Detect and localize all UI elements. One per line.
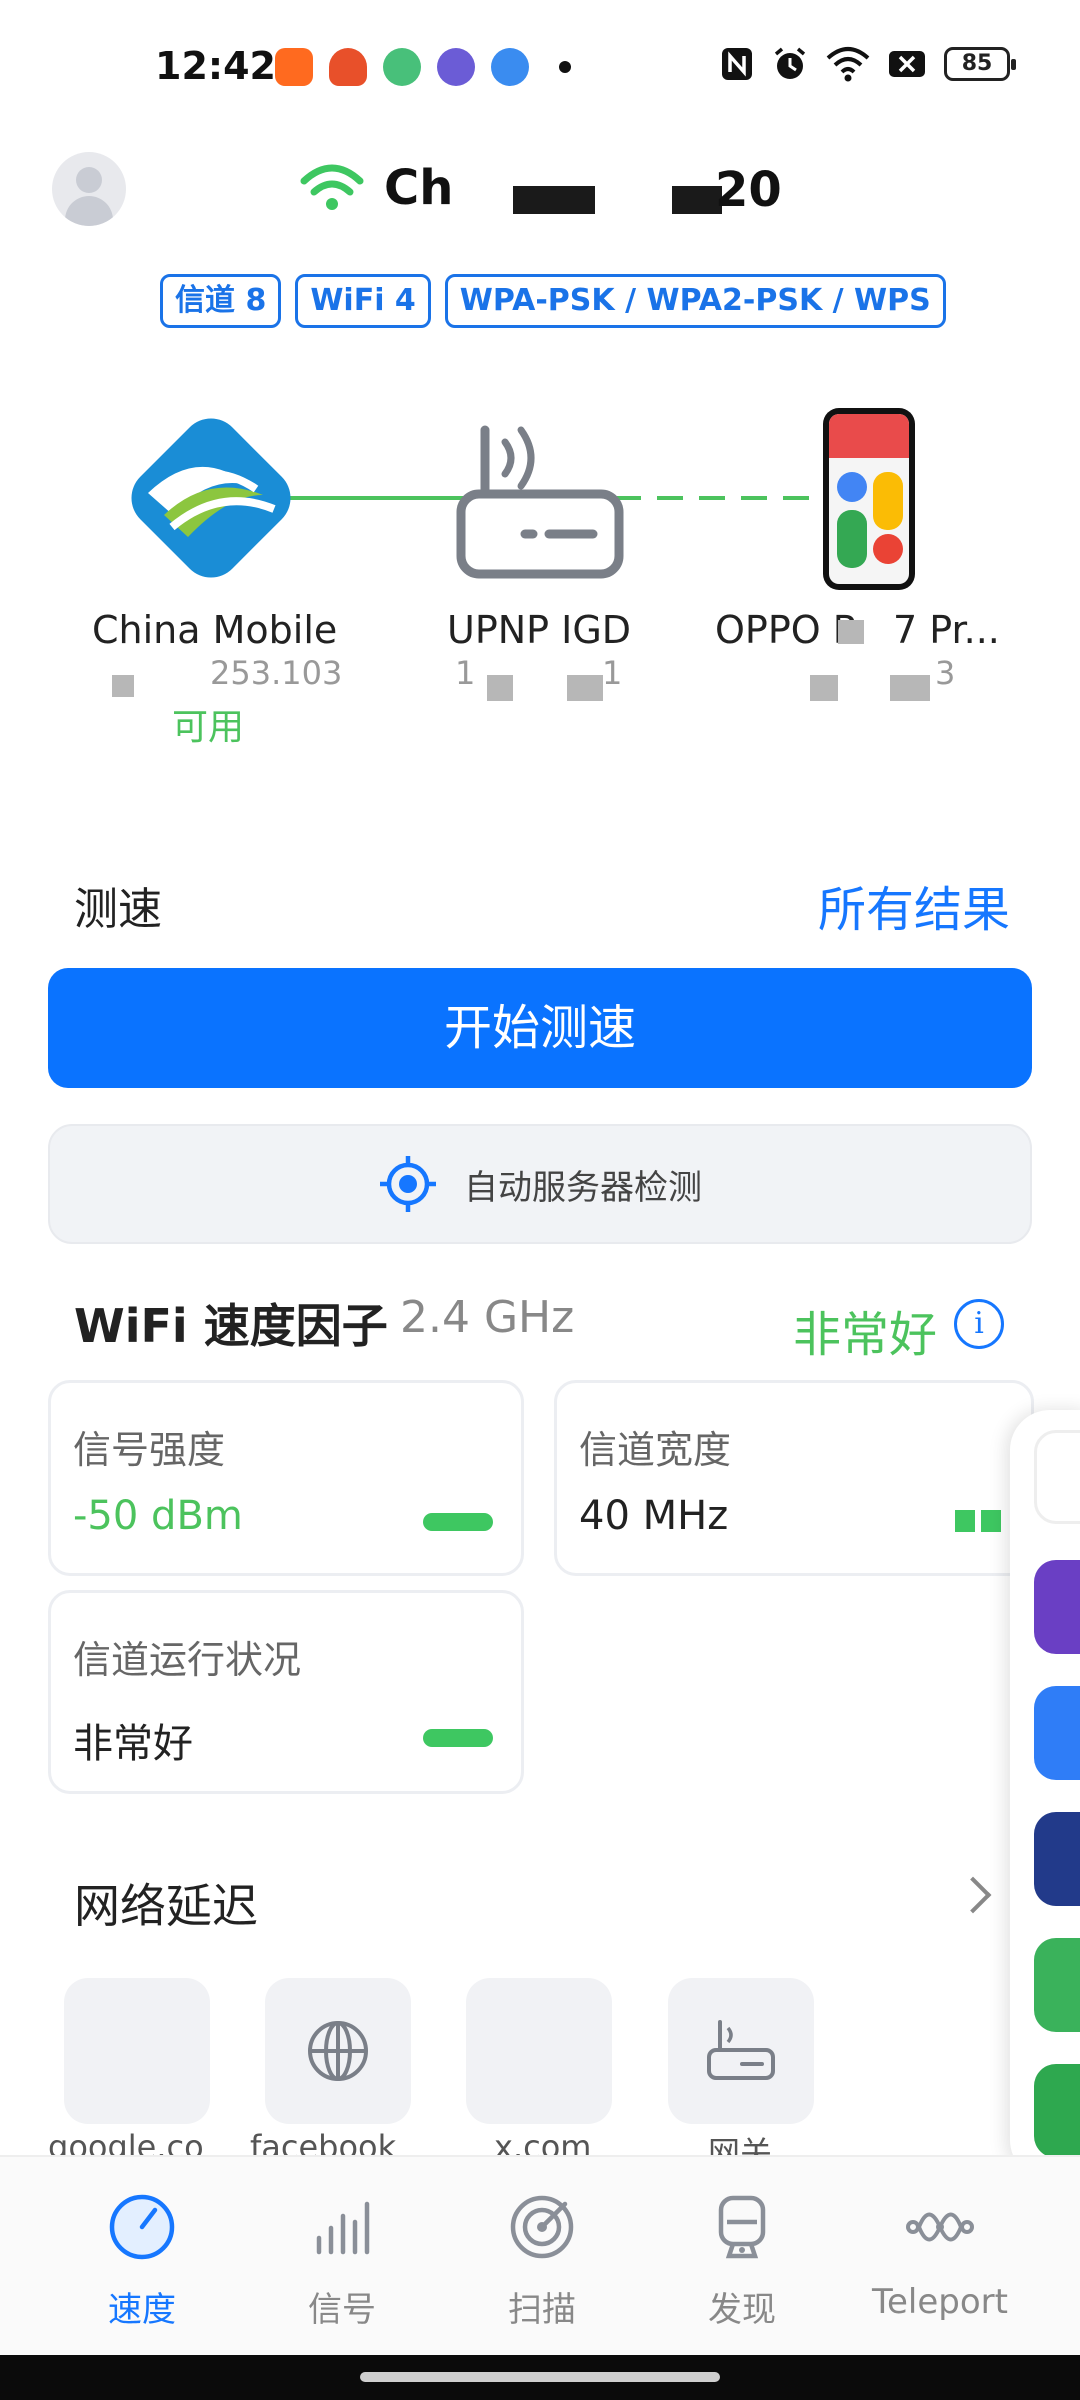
wifi-band: 2.4 GHz: [400, 1292, 575, 1343]
globe-icon: [308, 2021, 368, 2081]
nav-label: 速度: [108, 2290, 176, 2330]
signal-level-bar: [423, 1513, 493, 1531]
wifi-factor-rating: 非常好: [793, 1307, 938, 1363]
router-icon[interactable]: [455, 422, 625, 582]
nav-label: 信号: [308, 2290, 376, 2330]
china-mobile-logo-icon[interactable]: [128, 415, 294, 581]
redaction: [487, 675, 513, 701]
device-ip: 3: [935, 654, 956, 692]
nfc-icon: [722, 48, 752, 80]
redaction: [838, 620, 864, 644]
redaction: [567, 675, 603, 701]
card-value: 40 MHz: [579, 1493, 729, 1539]
close-box-icon: [889, 51, 925, 77]
app-icon: [491, 48, 529, 86]
width-level-bar: [955, 1510, 975, 1532]
radar-icon: [510, 2195, 574, 2259]
signal-bars-icon: [316, 2201, 370, 2255]
all-results-link[interactable]: 所有结果: [818, 870, 1010, 940]
status-bar: 12:42 85: [0, 0, 1080, 130]
card-title: 信道宽度: [579, 1428, 732, 1472]
isp-status: 可用: [172, 707, 245, 748]
card-title: 信道运行状况: [73, 1638, 302, 1682]
status-time: 12:42: [155, 44, 276, 88]
latency-tile-x[interactable]: [466, 1978, 612, 2124]
speed-test-title: 测速: [74, 884, 162, 935]
channel-tag: 信道 8: [160, 274, 282, 328]
locate-icon: [380, 1156, 436, 1212]
kuaishou-icon: [275, 48, 313, 86]
device-label-tail: 7 Pr...: [893, 608, 1000, 652]
wifi-factor-title: WiFi 速度因子: [74, 1299, 388, 1353]
avatar[interactable]: [52, 152, 126, 226]
latency-tile-gateway[interactable]: [668, 1978, 814, 2124]
floating-side-panel[interactable]: [1010, 1410, 1080, 2180]
nav-teleport[interactable]: Teleport: [840, 2157, 1040, 2357]
teleport-icon: [906, 2212, 974, 2242]
redaction: [890, 675, 930, 701]
system-icons: 85: [720, 46, 1016, 82]
wifi-standard-tag: WiFi 4: [295, 274, 431, 328]
nav-signal[interactable]: 信号: [242, 2157, 442, 2357]
home-indicator[interactable]: [360, 2372, 720, 2382]
network-tags: 信道 8 WiFi 4 WPA-PSK / WPA2-PSK / WPS: [160, 274, 946, 328]
channel-health-card[interactable]: 信道运行状况 非常好: [48, 1590, 524, 1794]
security-tag: WPA-PSK / WPA2-PSK / WPS: [444, 274, 946, 328]
width-level-bar: [981, 1510, 1001, 1532]
alarm-icon: [774, 47, 806, 79]
notification-icons: [275, 48, 571, 86]
app-shortcut-icon[interactable]: [1034, 1430, 1080, 1524]
card-value: 非常好: [73, 1721, 193, 1767]
speedometer-icon: [109, 2194, 175, 2260]
discover-device-icon: [718, 2195, 766, 2259]
health-level-bar: [423, 1729, 493, 1747]
nav-speed[interactable]: 速度: [42, 2157, 242, 2357]
app-icon: [383, 48, 421, 86]
nav-label: Teleport: [872, 2282, 1008, 2322]
chevron-right-icon[interactable]: [954, 1876, 992, 1914]
nav-scan[interactable]: 扫描: [442, 2157, 642, 2357]
router-icon: [707, 2020, 775, 2080]
wifi-icon: [300, 164, 364, 210]
ssid-suffix: 20: [715, 162, 782, 218]
signal-strength-card[interactable]: 信号强度 -50 dBm: [48, 1380, 524, 1576]
more-dot-icon: [559, 61, 571, 73]
card-title: 信号强度: [73, 1428, 226, 1472]
app-shortcut-icon[interactable]: [1034, 1812, 1080, 1906]
wifi-icon: [826, 47, 870, 82]
translate-app-icon[interactable]: [1034, 1560, 1080, 1654]
channel-width-card[interactable]: 信道宽度 40 MHz: [554, 1380, 1034, 1576]
isp-label: China Mobile: [92, 608, 338, 652]
phone-device-icon[interactable]: [823, 408, 915, 590]
ssid-header[interactable]: Ch: [300, 160, 453, 216]
app-shortcut-icon[interactable]: [1034, 1686, 1080, 1780]
auto-server-detect-button[interactable]: 自动服务器检测: [48, 1124, 1032, 1244]
isp-ip: 253.103: [210, 654, 343, 692]
latency-tile-facebook[interactable]: [265, 1978, 411, 2124]
tieba-icon: [437, 48, 475, 86]
card-value: -50 dBm: [73, 1493, 243, 1539]
start-speed-test-button[interactable]: 开始测速: [48, 968, 1032, 1088]
latency-tile-google[interactable]: [64, 1978, 210, 2124]
router-ip-tail: 1: [602, 654, 623, 692]
ssid-name: Ch: [384, 160, 454, 216]
battery-icon: 85: [944, 47, 1016, 81]
messaging-app-icon[interactable]: [1034, 1938, 1080, 2032]
router-label: UPNP IGD: [447, 608, 632, 652]
auto-server-detect-label: 自动服务器检测: [464, 1167, 702, 1208]
nav-discover[interactable]: 发现: [642, 2157, 842, 2357]
router-ip: 1: [455, 654, 476, 692]
redaction: [810, 675, 838, 701]
network-topology: China Mobile 253.103 可用 UPNP IGD 1 1 OPP…: [0, 400, 1080, 760]
info-icon[interactable]: i: [954, 1299, 1004, 1349]
latency-title: 网络延迟: [74, 1879, 258, 1933]
nav-label: 发现: [708, 2290, 776, 2330]
redaction: [112, 675, 134, 697]
app-icon: [329, 48, 367, 86]
bottom-navigation: 速度 信号 扫描 发现 Teleport: [0, 2155, 1080, 2355]
nav-label: 扫描: [508, 2290, 576, 2330]
gesture-bar: [0, 2355, 1080, 2400]
app-shortcut-icon[interactable]: [1034, 2064, 1080, 2158]
redaction: [513, 186, 595, 214]
